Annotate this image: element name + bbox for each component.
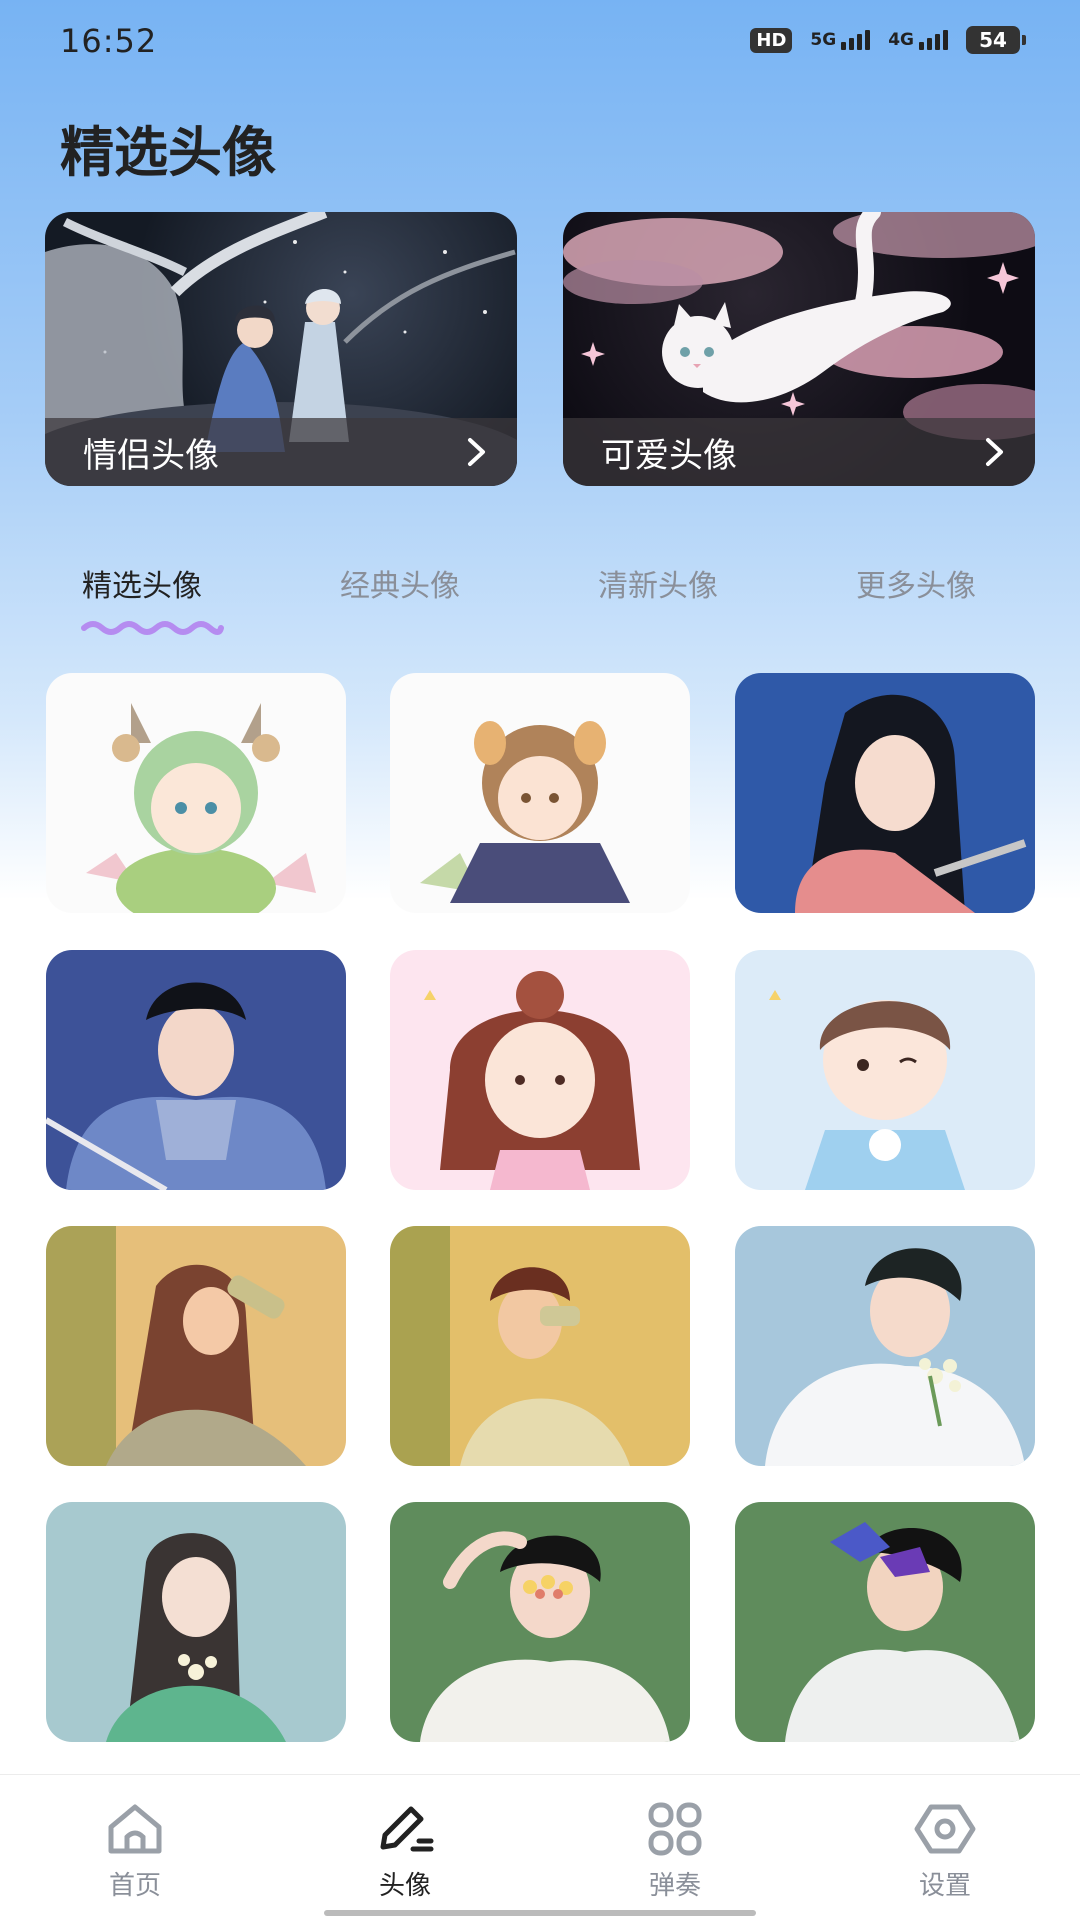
nav-label-home: 首页 xyxy=(108,1871,161,1901)
avatar-image xyxy=(46,673,346,913)
chevron-right-icon xyxy=(468,438,485,466)
avatar-image xyxy=(46,950,346,1190)
tab-featured[interactable]: 精选头像 xyxy=(82,561,202,605)
status-bar: 16:52 HD 5G 4G 54 xyxy=(0,0,1080,86)
avatar-tile[interactable] xyxy=(390,950,690,1190)
page-title: 精选头像 xyxy=(60,121,276,184)
feature-label-bar: 可爱头像 xyxy=(563,418,1035,486)
avatar-image xyxy=(390,673,690,913)
avatar-image xyxy=(390,950,690,1190)
signal-4g-label: 4G xyxy=(888,30,914,50)
tab-active-indicator xyxy=(81,621,224,635)
feature-label-bar: 情侣头像 xyxy=(45,418,517,486)
tab-more[interactable]: 更多头像 xyxy=(856,561,976,605)
status-time: 16:52 xyxy=(60,22,158,60)
nav-label-play: 弹奏 xyxy=(648,1871,701,1901)
signal-5g-icon: 5G xyxy=(810,30,871,50)
avatar-image xyxy=(390,1502,690,1742)
avatar-tile[interactable] xyxy=(735,673,1035,913)
avatar-tile[interactable] xyxy=(735,1502,1035,1742)
avatar-tile[interactable] xyxy=(735,1226,1035,1466)
settings-icon xyxy=(914,1804,976,1854)
avatar-image xyxy=(735,1502,1035,1742)
nav-item-home[interactable]: 首页 xyxy=(75,1801,195,1902)
nav-item-settings[interactable]: 设置 xyxy=(885,1801,1005,1902)
avatar-tile[interactable] xyxy=(735,950,1035,1190)
bottom-nav: 首页 头像 弹奏 设置 xyxy=(0,1774,1080,1920)
feature-card-couple[interactable]: 情侣头像 xyxy=(45,212,517,486)
status-icons: HD 5G 4G 54 xyxy=(750,26,1026,54)
avatar-image xyxy=(735,673,1035,913)
grid-icon xyxy=(648,1802,702,1856)
avatar-image xyxy=(735,1226,1035,1466)
avatar-image xyxy=(46,1226,346,1466)
feature-card-label: 情侣头像 xyxy=(83,435,219,476)
home-indicator[interactable] xyxy=(324,1910,756,1916)
battery-icon: 54 xyxy=(966,26,1026,54)
avatar-image xyxy=(735,950,1035,1190)
hd-voice-icon: HD xyxy=(750,27,793,53)
avatar-tile[interactable] xyxy=(390,1226,690,1466)
nav-item-avatar[interactable]: 头像 xyxy=(345,1801,465,1902)
chevron-right-icon xyxy=(986,438,1003,466)
avatar-tile[interactable] xyxy=(390,1502,690,1742)
nav-label-avatar: 头像 xyxy=(378,1871,431,1901)
tab-fresh[interactable]: 清新头像 xyxy=(598,561,718,605)
avatar-tile[interactable] xyxy=(390,673,690,913)
nav-item-play[interactable]: 弹奏 xyxy=(615,1801,735,1902)
nav-label-settings: 设置 xyxy=(918,1871,971,1901)
avatar-image xyxy=(390,1226,690,1466)
avatar-tile[interactable] xyxy=(46,673,346,913)
signal-4g-icon: 4G xyxy=(888,30,948,50)
feature-card-label: 可爱头像 xyxy=(601,435,737,476)
avatar-image xyxy=(46,1502,346,1742)
tab-classic[interactable]: 经典头像 xyxy=(340,561,460,605)
avatar-tile[interactable] xyxy=(46,950,346,1190)
avatar-tile[interactable] xyxy=(46,1226,346,1466)
home-icon xyxy=(108,1804,162,1854)
feature-card-cute[interactable]: 可爱头像 xyxy=(563,212,1035,486)
edit-icon xyxy=(380,1806,434,1852)
avatar-tile[interactable] xyxy=(46,1502,346,1742)
signal-5g-label: 5G xyxy=(810,30,837,50)
